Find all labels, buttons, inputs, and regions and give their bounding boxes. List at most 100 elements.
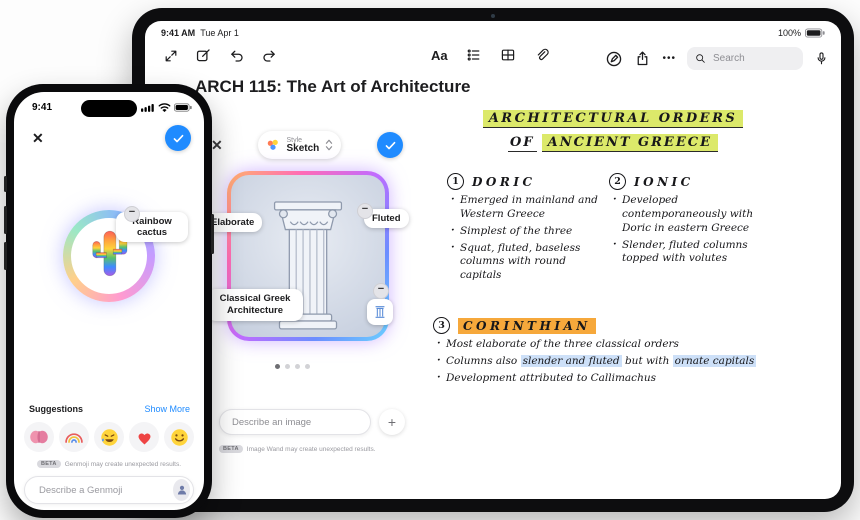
laughing-emoji-button[interactable] [94, 422, 124, 452]
battery-icon [174, 103, 192, 112]
text-format-button[interactable]: Aa [431, 48, 448, 63]
rainbow-emoji-button[interactable] [59, 422, 89, 452]
describe-image-field[interactable] [219, 409, 371, 435]
beta-text: Genmoji may create unexpected results. [64, 460, 182, 468]
power-button [211, 214, 214, 254]
close-icon[interactable]: ✕ [211, 137, 223, 154]
page-dot[interactable] [285, 364, 290, 369]
heart-emoji-button[interactable] [129, 422, 159, 452]
describe-genmoji-field[interactable] [24, 476, 194, 504]
ipad-status-date: Tue Apr 1 [200, 28, 239, 38]
smiling-face-icon [170, 428, 188, 446]
notes-heading-line2: ANCIENT GREECE [541, 134, 719, 152]
beta-badge: BETA [36, 460, 61, 468]
mic-icon[interactable] [814, 51, 829, 66]
checkmark-icon [173, 134, 183, 142]
ipad-status-bar: 9:41 AM Tue Apr 1 100% [145, 25, 841, 41]
smiling-emoji-button[interactable] [164, 422, 194, 452]
note-bullet: Most elaborate of the three classical or… [437, 337, 778, 352]
add-button[interactable]: + [379, 409, 405, 435]
style-value: Sketch [286, 142, 320, 154]
more-button[interactable]: ••• [662, 53, 676, 64]
compose-icon[interactable] [195, 47, 212, 64]
wifi-icon [158, 103, 171, 112]
search-icon [696, 54, 705, 63]
undo-icon[interactable] [228, 47, 245, 64]
suggestions-label: Suggestions [29, 404, 84, 414]
section-number: 2 [609, 173, 626, 190]
blue-highlight: slender and fluted [520, 354, 622, 367]
image-wand-beta-note: BETA Image Wand may create unexpected re… [219, 445, 376, 453]
column-thumb-icon [375, 306, 385, 318]
note-bullet: Developed contemporaneously with Doric i… [613, 193, 781, 236]
cellular-icon [141, 104, 154, 112]
note-bullet: Squat, fluted, baseless columns with rou… [451, 241, 599, 284]
note-bullet: Columns also slender and fluted but with… [437, 354, 778, 369]
remove-tag-icon[interactable]: − [357, 203, 373, 219]
iphone-status-time: 9:41 [32, 102, 53, 113]
ipad-toolbar: Aa ••• [145, 43, 841, 77]
accept-button[interactable] [165, 125, 191, 151]
describe-image-input[interactable] [230, 415, 360, 429]
note-bullet: Slender, fluted columns topped with volu… [613, 238, 781, 267]
section-title: CORINTHIAN [458, 317, 596, 334]
iphone-device: 9:41 ✕ Rainbow cactus − Suggestions Show… [4, 84, 214, 518]
brain-emoji-button[interactable] [24, 422, 54, 452]
show-more-link[interactable]: Show More [144, 404, 190, 414]
reference-image-chip[interactable] [367, 299, 393, 325]
rainbow-icon [65, 432, 83, 443]
resize-icon[interactable] [163, 48, 179, 64]
iphone-status-icons [141, 103, 192, 112]
notes-heading-line1: ARCHITECTURAL ORDERS [482, 110, 744, 128]
checklist-icon[interactable] [466, 47, 482, 63]
section-title: IONIC [634, 174, 694, 189]
note-bullet: Development attributed to Callimachus [437, 371, 778, 386]
note-bullet: Emerged in mainland and Western Greece [451, 193, 599, 222]
image-wand-header: ✕ Style Sketch [211, 131, 403, 159]
style-palette-icon [268, 139, 279, 150]
page-dot[interactable] [295, 364, 300, 369]
notes-heading-line2-pre: OF [507, 135, 537, 152]
section-number: 1 [447, 173, 464, 190]
accept-button[interactable] [377, 132, 403, 158]
mute-switch [4, 176, 7, 192]
redo-icon[interactable] [261, 47, 278, 64]
image-wand-input-row: + [219, 409, 405, 435]
ipad-battery-percent: 100% [777, 28, 801, 38]
page-dot[interactable] [305, 364, 310, 369]
remove-tag-icon[interactable]: − [373, 283, 389, 299]
close-icon[interactable]: ✕ [32, 130, 44, 147]
section-doric: 1 DORIC Emerged in mainland and Western … [447, 173, 599, 286]
ipad-screen: 9:41 AM Tue Apr 1 100% Aa ••• Search ARC… [145, 21, 841, 499]
section-ionic: 2 IONIC Developed contemporaneously with… [609, 173, 781, 269]
page-dots[interactable] [275, 364, 310, 369]
attachment-icon[interactable] [534, 47, 550, 63]
iphone-screen: 9:41 ✕ Rainbow cactus − Suggestions Show… [14, 92, 204, 510]
checkmark-icon [385, 141, 395, 149]
tag-classical-greek-architecture[interactable]: Classical Greek Architecture [207, 289, 303, 321]
note-title: ARCH 115: The Art of Architecture [195, 77, 471, 96]
search-field[interactable] [687, 47, 803, 70]
describe-genmoji-input[interactable] [37, 483, 173, 497]
volume-down-button [4, 242, 7, 270]
page-dot[interactable] [275, 364, 280, 369]
heart-icon [138, 432, 150, 444]
volume-up-button [4, 206, 7, 234]
dynamic-island [81, 100, 137, 117]
chevron-up-down-icon [326, 139, 333, 151]
notes-heading: ARCHITECTURAL ORDERS OF ANCIENT GREECE [463, 107, 763, 152]
note-bullet: Simplest of the three [451, 224, 599, 239]
suggestion-emoji-row [24, 422, 194, 452]
battery-icon [805, 28, 825, 38]
table-icon[interactable] [500, 47, 516, 63]
style-picker[interactable]: Style Sketch [258, 131, 342, 159]
search-input[interactable] [711, 52, 795, 65]
section-number: 3 [433, 317, 450, 334]
remove-prompt-icon[interactable]: − [124, 206, 140, 222]
share-icon[interactable] [634, 50, 651, 67]
blue-highlight: ornate capitals [672, 354, 757, 367]
brain-icon [30, 430, 48, 444]
person-icon[interactable] [173, 479, 190, 501]
markup-icon[interactable] [605, 50, 623, 68]
ipad-status-time: 9:41 AM [161, 28, 196, 38]
